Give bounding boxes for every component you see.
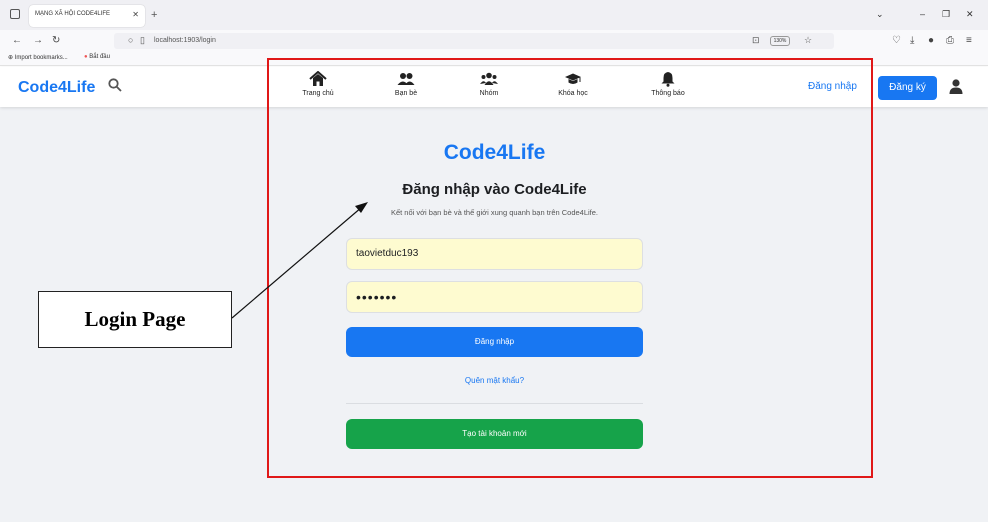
browser-tab[interactable]: MẠNG XÃ HỘI CODE4LIFE ✕ xyxy=(29,5,145,27)
tab-overflow-icon[interactable]: ⌄ xyxy=(876,9,884,20)
bookmark-start[interactable]: ● Bắt đầu xyxy=(84,54,110,60)
minimize-icon[interactable]: – xyxy=(920,9,925,19)
address-bar[interactable]: ○ ▯ localhost:1903/login ⊡ 130% ☆ xyxy=(114,33,834,49)
page-info-icon[interactable]: ▯ xyxy=(140,35,145,46)
bookmark-star-icon[interactable]: ☆ xyxy=(804,35,812,46)
user-icon[interactable] xyxy=(949,79,963,94)
browser-tab-bar: MẠNG XÃ HỘI CODE4LIFE ✕ + ⌄ – ❐ ✕ xyxy=(0,0,988,30)
annotation-label: Login Page xyxy=(38,291,232,348)
back-icon[interactable]: ← xyxy=(12,35,22,46)
menu-icon[interactable]: ≡ xyxy=(966,35,972,46)
forward-icon[interactable]: → xyxy=(33,35,43,46)
import-bookmarks[interactable]: ⊕ Import bookmarks... xyxy=(8,54,68,61)
pocket-icon[interactable]: ♡ xyxy=(892,35,901,46)
new-tab-icon[interactable]: + xyxy=(151,9,157,21)
extensions-icon[interactable]: ⎙ xyxy=(946,35,954,46)
window-close-icon[interactable]: ✕ xyxy=(966,9,974,20)
reader-icon[interactable]: ⊡ xyxy=(752,35,760,46)
restore-icon[interactable]: ❐ xyxy=(942,9,950,20)
search-icon[interactable] xyxy=(108,78,122,92)
tab-title: MẠNG XÃ HỘI CODE4LIFE xyxy=(35,11,111,17)
zoom-level[interactable]: 130% xyxy=(770,36,790,46)
firefox-icon: ● xyxy=(84,54,88,60)
browser-toolbar: ← → ↻ ○ ▯ localhost:1903/login ⊡ 130% ☆ … xyxy=(0,30,988,52)
shield-icon: ○ xyxy=(128,35,134,45)
brand-logo[interactable]: Code4Life xyxy=(18,79,95,97)
close-icon[interactable]: ✕ xyxy=(132,10,139,19)
tab-list-icon[interactable] xyxy=(10,9,20,19)
url-text[interactable]: localhost:1903/login xyxy=(154,37,216,44)
download-icon[interactable]: ⤓ xyxy=(910,35,914,46)
account-icon[interactable]: ● xyxy=(928,35,934,46)
highlight-frame xyxy=(267,58,873,478)
signup-button[interactable]: Đăng ký xyxy=(878,76,937,100)
reload-icon[interactable]: ↻ xyxy=(52,35,60,46)
